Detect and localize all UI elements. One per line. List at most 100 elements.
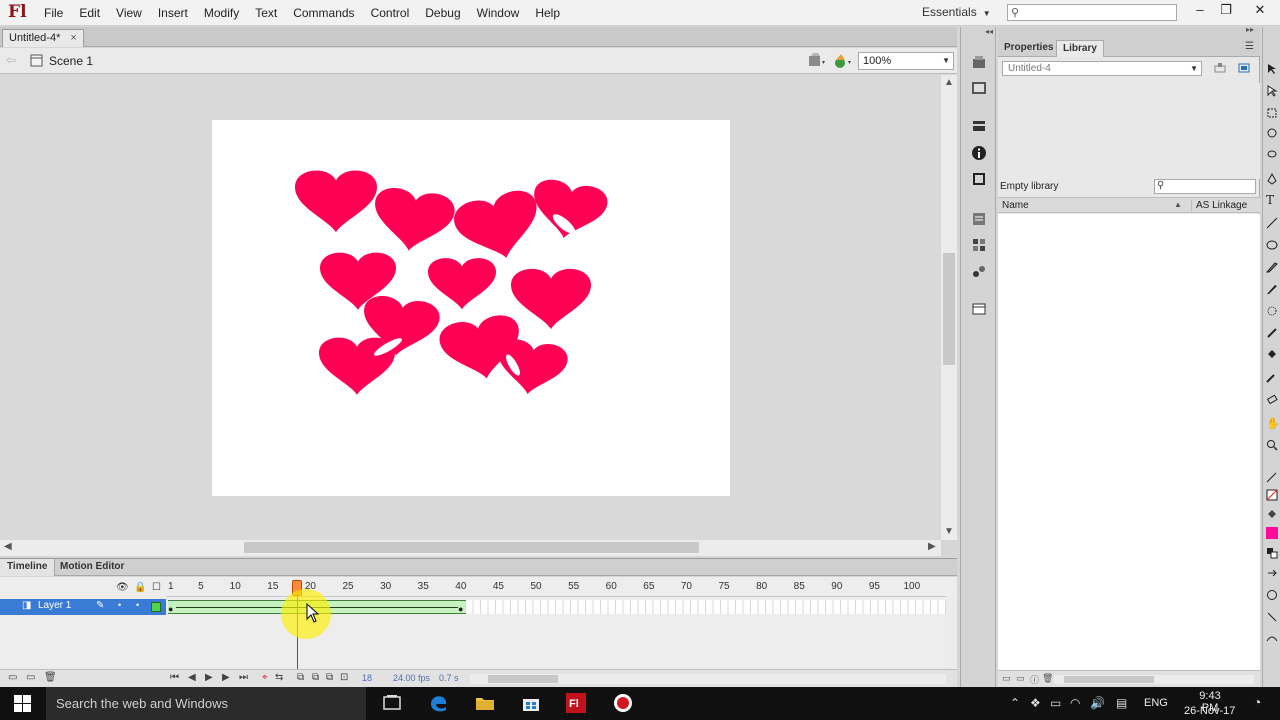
tab-properties[interactable]: Properties xyxy=(998,40,1059,57)
edge-browser-icon[interactable] xyxy=(427,691,451,715)
layer-row[interactable]: ◨ Layer 1 ✎ • • xyxy=(0,599,166,615)
eyedropper-tool-icon[interactable] xyxy=(1266,371,1278,383)
menu-view[interactable]: View xyxy=(108,0,150,26)
step-back-icon[interactable]: ◀ xyxy=(188,672,196,683)
heart-shape[interactable] xyxy=(295,170,377,233)
column-as-linkage[interactable]: AS Linkage xyxy=(1191,200,1247,211)
step-forward-icon[interactable]: ▶ xyxy=(222,672,230,683)
free-transform-tool-icon[interactable] xyxy=(1266,107,1278,119)
lasso-tool-icon[interactable] xyxy=(1266,149,1278,161)
bone-tool-icon[interactable] xyxy=(1266,327,1278,339)
restore-button[interactable]: ❐ xyxy=(1212,0,1240,22)
scroll-up-icon[interactable]: ▲ xyxy=(944,77,954,88)
onion-outline-icon[interactable]: ⧉ xyxy=(312,672,319,683)
scroll-thumb[interactable] xyxy=(244,542,699,553)
action-center-icon[interactable]: ◔ xyxy=(1253,694,1261,710)
zoom-select[interactable]: 100% ▼ xyxy=(858,52,954,70)
library-list[interactable] xyxy=(998,214,1260,670)
empty-frame-cells[interactable] xyxy=(466,600,946,614)
menu-window[interactable]: Window xyxy=(469,0,528,26)
visibility-dot-icon[interactable]: • xyxy=(118,600,121,610)
flash-app-icon[interactable]: Fl xyxy=(564,691,588,715)
new-folder-icon[interactable]: ▭ xyxy=(26,672,35,683)
color-icon[interactable] xyxy=(971,80,987,96)
menu-debug[interactable]: Debug xyxy=(417,0,468,26)
align-icon[interactable] xyxy=(971,118,987,134)
motion-presets-icon[interactable] xyxy=(971,54,987,70)
document-tab[interactable]: Untitled-4* × xyxy=(2,29,84,47)
heart-shape[interactable] xyxy=(511,268,591,330)
new-symbol-icon[interactable]: ▭ xyxy=(1002,673,1011,684)
stage-vertical-scrollbar[interactable]: ▲ ▼ xyxy=(941,75,957,540)
new-layer-icon[interactable]: ▭ xyxy=(8,672,17,683)
eraser-tool-icon[interactable] xyxy=(1266,393,1278,405)
line-tool-icon[interactable] xyxy=(1266,217,1278,229)
subselection-tool-icon[interactable] xyxy=(1266,85,1278,97)
menu-edit[interactable]: Edit xyxy=(71,0,108,26)
delete-layer-icon[interactable]: 🗑 xyxy=(44,672,57,683)
edit-multiple-frames-icon[interactable]: ⧉ xyxy=(326,672,333,683)
minimize-button[interactable]: – xyxy=(1186,0,1214,22)
pen-tool-icon[interactable] xyxy=(1266,173,1278,185)
hand-tool-icon[interactable]: ✋ xyxy=(1266,417,1280,430)
collapse-icon[interactable]: ◂◂ xyxy=(985,27,993,36)
edit-scene-icon[interactable] xyxy=(806,52,826,70)
stage[interactable] xyxy=(212,120,730,496)
menu-commands[interactable]: Commands xyxy=(285,0,362,26)
components-icon[interactable] xyxy=(971,211,987,227)
stroke-color-icon[interactable] xyxy=(1266,471,1278,483)
task-view-icon[interactable] xyxy=(380,691,404,715)
heart-shape[interactable] xyxy=(369,185,457,256)
hearts-artwork[interactable] xyxy=(212,120,730,496)
properties-icon[interactable]: ⓘ xyxy=(1030,673,1039,686)
recorder-icon[interactable] xyxy=(611,691,635,715)
delete-icon[interactable]: 🗑 xyxy=(1042,673,1053,684)
menu-help[interactable]: Help xyxy=(527,0,568,26)
loop-icon[interactable]: ⇆ xyxy=(275,672,283,683)
oval-tool-icon[interactable] xyxy=(1266,239,1278,251)
notifications-icon[interactable]: ▤ xyxy=(1116,696,1127,710)
menu-modify[interactable]: Modify xyxy=(196,0,247,26)
deco-tool-icon[interactable] xyxy=(1266,305,1278,317)
clock-date[interactable]: 26-Nov-17 xyxy=(1184,705,1235,717)
pencil-tool-icon[interactable] xyxy=(1266,261,1278,273)
smooth-icon[interactable] xyxy=(1266,633,1278,645)
info-icon[interactable] xyxy=(971,145,987,161)
language-indicator[interactable]: ENG xyxy=(1144,697,1168,709)
wifi-icon[interactable]: ◠ xyxy=(1070,696,1080,710)
pasteboard[interactable] xyxy=(0,75,940,540)
outline-icon[interactable]: ☐ xyxy=(152,582,161,593)
file-explorer-icon[interactable] xyxy=(473,691,497,715)
swap-colors-icon[interactable] xyxy=(1266,567,1278,579)
stroke-swatch[interactable] xyxy=(1266,489,1278,501)
layer-name[interactable]: Layer 1 xyxy=(38,600,71,611)
menu-control[interactable]: Control xyxy=(363,0,418,26)
scroll-down-icon[interactable]: ▼ xyxy=(944,526,954,537)
edit-symbol-icon[interactable] xyxy=(832,52,852,70)
frame-ruler[interactable]: 1 5 10 15 20 25 30 35 40 45 50 55 60 65 70 75 80 85 90 95 10… xyxy=(166,577,946,597)
modify-markers-icon[interactable]: ⊡ xyxy=(340,672,348,683)
pin-library-icon[interactable] xyxy=(1214,63,1226,73)
code-snippets-icon[interactable] xyxy=(971,263,987,279)
onion-skin-icon[interactable]: ⧉ xyxy=(297,672,304,683)
scroll-right-icon[interactable]: ▶ xyxy=(928,541,936,552)
new-folder-icon[interactable]: ▭ xyxy=(1016,673,1025,684)
fill-swatch[interactable] xyxy=(1266,527,1278,539)
new-library-panel-icon[interactable] xyxy=(1238,63,1250,73)
zoom-tool-icon[interactable] xyxy=(1266,439,1278,451)
heart-shape[interactable] xyxy=(450,186,547,268)
help-search-input[interactable]: ⚲ xyxy=(1007,4,1177,21)
scroll-left-icon[interactable]: ◀ xyxy=(4,541,12,552)
layer-color-swatch[interactable] xyxy=(151,602,161,612)
transform-icon[interactable] xyxy=(971,171,987,187)
3d-rotation-tool-icon[interactable] xyxy=(1266,127,1278,139)
lock-icon[interactable]: 🔒 xyxy=(134,582,146,593)
close-icon[interactable]: × xyxy=(70,32,76,44)
close-window-button[interactable]: ✕ xyxy=(1246,0,1274,22)
text-tool-icon[interactable]: T xyxy=(1266,193,1278,207)
center-frame-icon[interactable]: ⌖ xyxy=(262,672,268,683)
swatches-icon[interactable] xyxy=(971,237,987,253)
output-icon[interactable] xyxy=(971,301,987,317)
workspace-switcher[interactable]: Essentials ▼ xyxy=(922,5,991,19)
heart-shape[interactable] xyxy=(428,258,496,310)
